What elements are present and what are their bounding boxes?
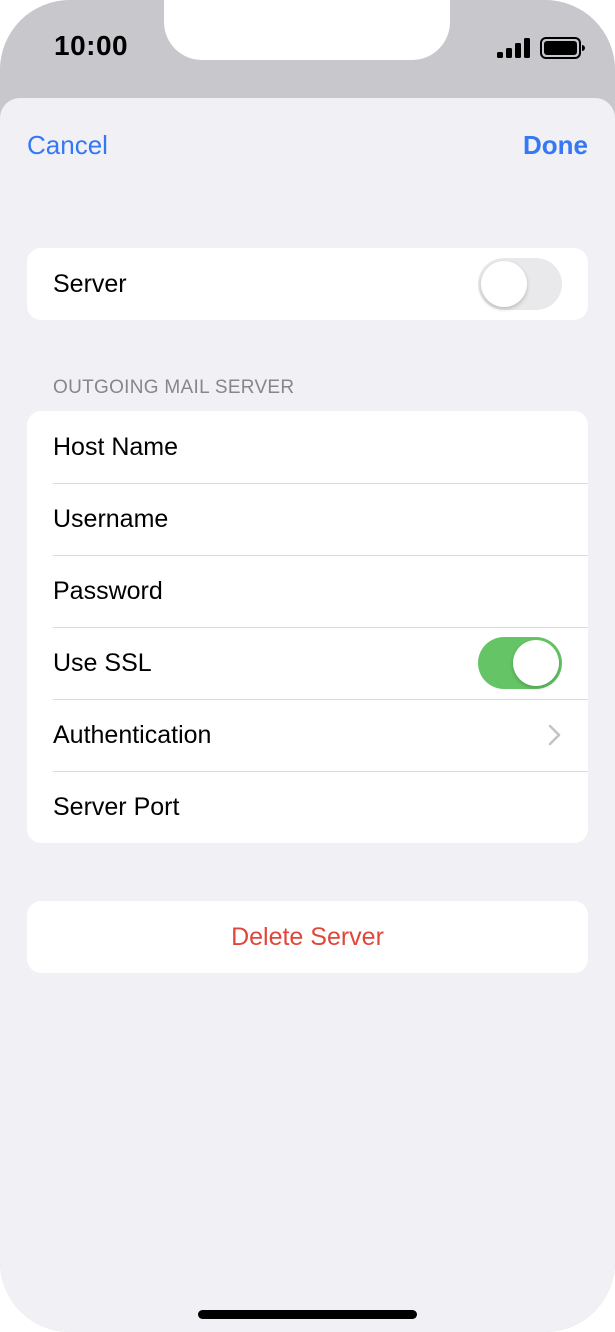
outgoing-server-card: Host Name Username Password Use SSL Auth… [27,411,588,843]
host-name-label: Host Name [53,432,179,461]
notch [164,0,450,60]
toggle-knob [481,261,527,307]
status-time: 10:00 [54,30,129,61]
server-port-label: Server Port [53,792,180,821]
phone-screen: 10:00 Cancel Done Server OUTGOING MAIL S… [0,0,615,1332]
home-indicator[interactable] [198,1310,417,1319]
outgoing-section-header: OUTGOING MAIL SERVER [53,377,295,398]
done-button[interactable]: Done [523,130,588,161]
delete-server-button[interactable]: Delete Server [27,901,588,973]
server-row[interactable]: Server [27,248,588,320]
authentication-label: Authentication [53,720,212,749]
password-label: Password [53,576,163,605]
username-label: Username [53,504,169,533]
status-bar: 10:00 [0,0,615,98]
server-toggle[interactable] [478,258,562,310]
use-ssl-row[interactable]: Use SSL [27,627,588,699]
host-name-row[interactable]: Host Name [27,411,588,483]
chevron-right-icon [548,724,561,746]
use-ssl-label: Use SSL [53,648,152,677]
authentication-row[interactable]: Authentication [27,699,588,771]
toggle-knob [513,640,559,686]
battery-icon [540,37,585,59]
use-ssl-toggle[interactable] [478,637,562,689]
server-port-row[interactable]: Server Port [27,771,588,843]
cellular-signal-icon [497,38,530,58]
password-row[interactable]: Password [27,555,588,627]
delete-card: Delete Server [27,901,588,973]
username-row[interactable]: Username [27,483,588,555]
server-card: Server [27,248,588,320]
cancel-button[interactable]: Cancel [27,130,108,161]
server-label: Server [53,269,127,298]
